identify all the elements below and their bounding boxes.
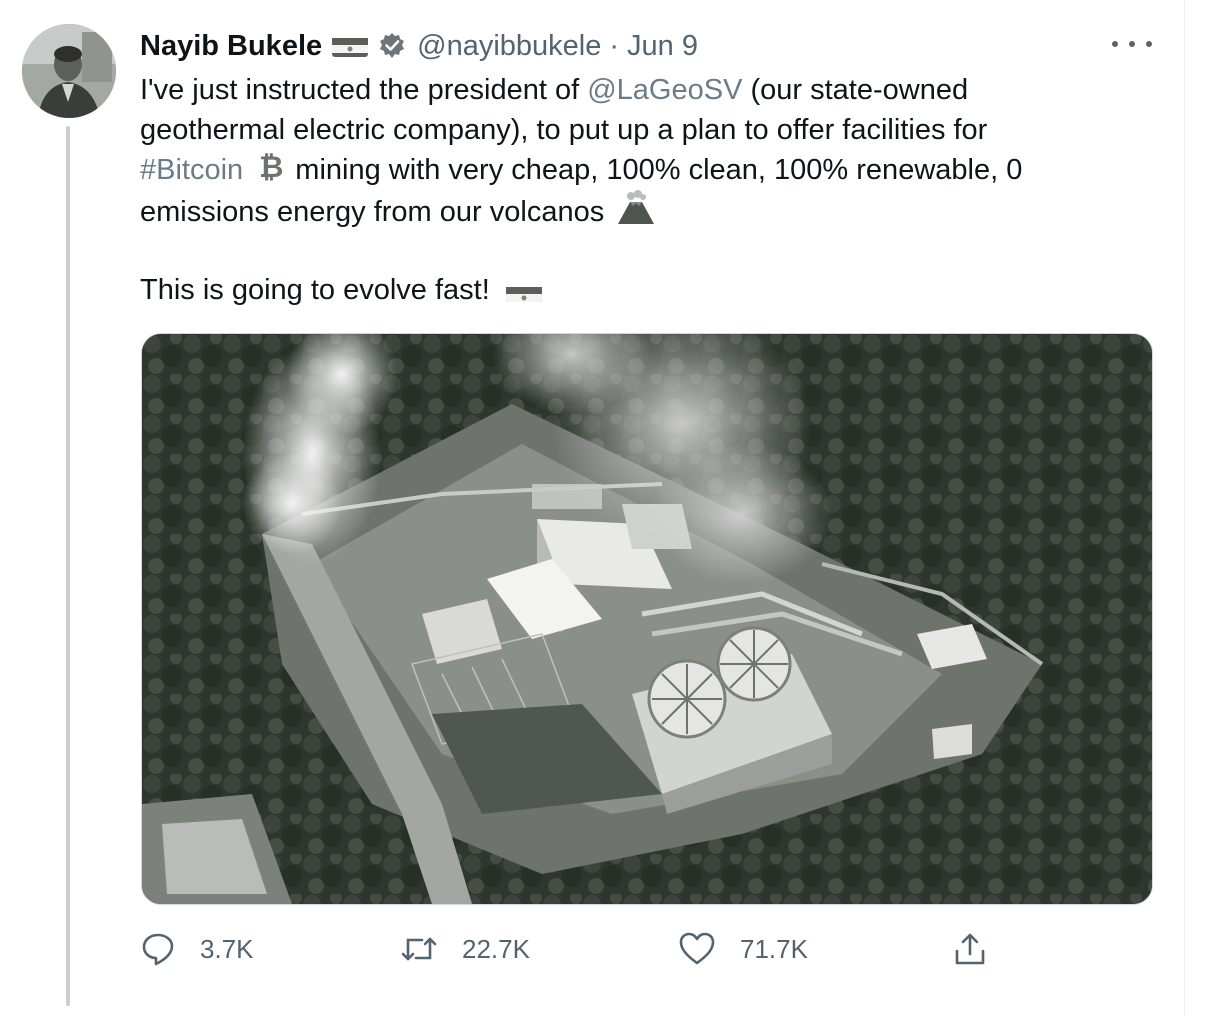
verified-badge-icon bbox=[377, 31, 407, 61]
thread-line bbox=[66, 126, 70, 1006]
tweet-text: I've just instructed the president of bbox=[140, 74, 588, 106]
reply-button[interactable]: 3.7K bbox=[140, 928, 254, 970]
retweet-count: 22.7K bbox=[462, 933, 530, 964]
reply-icon bbox=[142, 933, 174, 966]
tweet-header: Nayib Bukele @nayibbukele · Jun 9 bbox=[140, 28, 698, 64]
tweet-media-image[interactable] bbox=[141, 333, 1153, 905]
tweet-text: (our state-owned bbox=[742, 74, 969, 106]
share-icon bbox=[955, 933, 985, 965]
svg-text:₿: ₿ bbox=[259, 150, 283, 182]
tweet-text-line-3: #Bitcoin ₿ mining with very cheap, 100% … bbox=[140, 150, 1022, 193]
more-options-button[interactable] bbox=[1112, 30, 1152, 58]
like-button[interactable]: 71.7K bbox=[678, 928, 808, 970]
bitcoin-icon: ₿ bbox=[257, 150, 287, 193]
hashtag-link[interactable]: #Bitcoin bbox=[140, 154, 243, 186]
tweet-text-line-1: I've just instructed the president of @L… bbox=[140, 70, 968, 110]
el-salvador-flag-icon bbox=[332, 35, 369, 57]
reply-count: 3.7K bbox=[200, 933, 254, 964]
tweet-text-line-2: geothermal electric company), to put up … bbox=[140, 114, 988, 146]
avatar-photo bbox=[22, 24, 116, 118]
mention-link[interactable]: @LaGeoSV bbox=[587, 74, 742, 106]
tweet-date[interactable]: Jun 9 bbox=[627, 30, 698, 63]
retweet-button[interactable]: 22.7K bbox=[400, 928, 530, 970]
like-count: 71.7K bbox=[740, 933, 808, 964]
share-button[interactable] bbox=[952, 928, 988, 970]
aerial-geothermal-plant-photo bbox=[142, 334, 1152, 904]
separator-dot: · bbox=[609, 29, 620, 62]
tweet-text-line-4: emissions energy from our volcanos bbox=[140, 190, 656, 237]
more-dots-icon bbox=[1112, 41, 1118, 47]
tweet-page: Nayib Bukele @nayibbukele · Jun 9 I've j… bbox=[0, 0, 1222, 1016]
tweet-text: emissions energy from our volcanos bbox=[140, 196, 605, 229]
author-name[interactable]: Nayib Bukele bbox=[140, 30, 322, 63]
retweet-icon bbox=[401, 937, 437, 961]
volcano-icon bbox=[616, 190, 656, 237]
tweet-text: mining with very cheap, 100% clean, 100%… bbox=[287, 154, 1023, 187]
author-avatar[interactable] bbox=[22, 24, 116, 118]
el-salvador-flag-icon bbox=[505, 280, 542, 303]
heart-icon bbox=[679, 932, 715, 965]
tweet-text: This is going to evolve fast! bbox=[140, 274, 490, 306]
author-handle[interactable]: @nayibbukele bbox=[417, 30, 601, 63]
tweet-text-line-5: This is going to evolve fast! bbox=[140, 270, 542, 310]
column-divider bbox=[1184, 0, 1185, 1016]
